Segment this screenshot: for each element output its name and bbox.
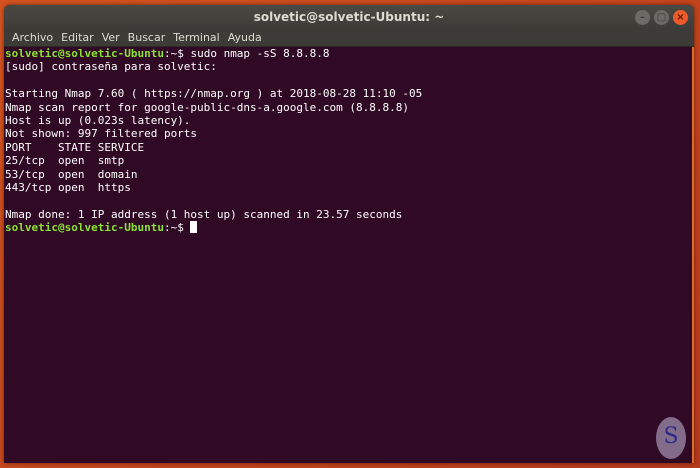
maximize-icon[interactable]: □: [654, 10, 669, 25]
output-line: Nmap done: 1 IP address (1 host up) scan…: [5, 207, 403, 221]
window-title: solvetic@solvetic-Ubuntu: ~: [253, 10, 445, 24]
command-line: solvetic@solvetic-Ubuntu:~$ sudo nmap -s…: [5, 47, 693, 60]
prompt-user: solvetic@solvetic-Ubuntu: [5, 47, 164, 60]
output-line: Host is up (0.023s latency).: [5, 114, 191, 128]
cursor: [190, 221, 198, 234]
output-line: Starting Nmap 7.60 ( https://nmap.org ) …: [5, 87, 423, 101]
menu-bar: Archivo Editar Ver Buscar Terminal Ayuda: [4, 30, 694, 47]
output-line: 443/tcp open https: [5, 181, 131, 195]
command-text: sudo nmap -sS 8.8.8.8: [190, 47, 330, 60]
prompt-user: solvetic@solvetic-Ubuntu: [5, 221, 164, 235]
menu-archivo[interactable]: Archivo: [8, 30, 57, 46]
output-line: [sudo] contraseña para solvetic:: [5, 60, 217, 74]
minimize-icon[interactable]: –: [635, 10, 650, 25]
output-line: 53/tcp open domain: [5, 167, 138, 181]
prompt-line: solvetic@solvetic-Ubuntu:~$: [5, 221, 693, 234]
window-edge: [692, 47, 694, 463]
output-line: Nmap scan report for google-public-dns-a…: [5, 100, 409, 114]
menu-ver[interactable]: Ver: [98, 30, 124, 46]
close-icon[interactable]: ×: [673, 10, 688, 25]
output-line: PORT STATE SERVICE: [5, 140, 145, 154]
output-line: Not shown: 997 filtered ports: [5, 127, 198, 141]
prompt-path: :~$: [163, 47, 191, 60]
menu-terminal[interactable]: Terminal: [169, 30, 224, 46]
terminal-window: solvetic@solvetic-Ubuntu: ~ – □ × Archiv…: [4, 5, 694, 463]
title-bar[interactable]: solvetic@solvetic-Ubuntu: ~ – □ ×: [4, 5, 694, 30]
menu-ayuda[interactable]: Ayuda: [224, 30, 266, 46]
watermark-logo: S: [656, 417, 686, 459]
output-line: 25/tcp open smtp: [5, 154, 125, 168]
menu-buscar[interactable]: Buscar: [124, 30, 170, 46]
prompt-path: :~$: [163, 221, 191, 235]
menu-editar[interactable]: Editar: [57, 30, 98, 46]
terminal-output[interactable]: solvetic@solvetic-Ubuntu:~$ sudo nmap -s…: [4, 47, 694, 463]
